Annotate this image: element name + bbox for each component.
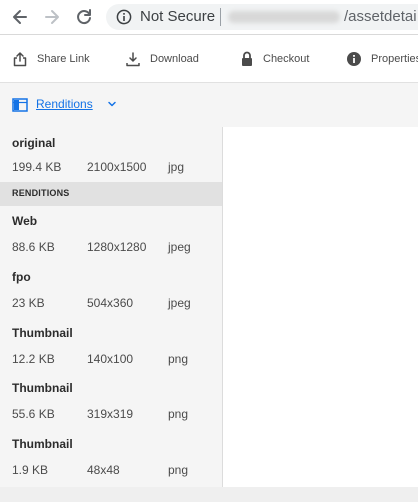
checkout-button[interactable]: Checkout bbox=[240, 35, 309, 82]
item-size: 23 KB bbox=[12, 296, 45, 310]
bottom-strip bbox=[0, 487, 418, 502]
share-link-label: Share Link bbox=[37, 52, 90, 65]
item-format: png bbox=[168, 463, 189, 477]
browser-toolbar: Not Secure /assetdetai bbox=[0, 0, 418, 35]
address-bar[interactable]: Not Secure /assetdetai bbox=[106, 4, 418, 30]
item-dimensions: 1280x1280 bbox=[87, 240, 147, 254]
info-circle-icon bbox=[347, 51, 361, 66]
properties-label: Properties bbox=[371, 52, 418, 65]
download-button[interactable]: Download bbox=[125, 35, 199, 82]
blurred-hostname bbox=[228, 11, 340, 23]
item-size: 55.6 KB bbox=[12, 407, 55, 421]
item-dimensions: 2100x1500 bbox=[87, 160, 147, 174]
item-name: Web bbox=[12, 214, 38, 228]
item-format: jpeg bbox=[168, 240, 191, 254]
forward-arrow-icon[interactable] bbox=[42, 7, 62, 27]
download-label: Download bbox=[150, 52, 199, 65]
item-dimensions: 140x100 bbox=[87, 352, 134, 366]
item-format: jpg bbox=[168, 160, 185, 174]
item-name: Thumbnail bbox=[12, 326, 73, 340]
lock-icon bbox=[242, 51, 252, 66]
item-name: fpo bbox=[12, 270, 31, 284]
preview-panel bbox=[222, 127, 418, 487]
item-format: png bbox=[168, 352, 189, 366]
security-status: Not Secure bbox=[140, 8, 216, 25]
url-path: /assetdetai bbox=[344, 8, 417, 25]
item-name: Thumbnail bbox=[12, 437, 73, 451]
back-arrow-icon[interactable] bbox=[10, 7, 30, 27]
chevron-down-icon[interactable] bbox=[107, 99, 117, 109]
renditions-header: Renditions bbox=[0, 83, 418, 128]
item-dimensions: 319x319 bbox=[87, 407, 134, 421]
item-name: Thumbnail bbox=[12, 381, 73, 395]
item-size: 1.9 KB bbox=[12, 463, 49, 477]
item-dimensions: 48x48 bbox=[87, 463, 120, 477]
item-size: 12.2 KB bbox=[12, 352, 55, 366]
checkout-label: Checkout bbox=[263, 52, 310, 65]
renditions-dropdown[interactable]: Renditions bbox=[36, 97, 93, 111]
item-format: png bbox=[168, 407, 189, 421]
item-dimensions: 504x360 bbox=[87, 296, 134, 310]
address-divider bbox=[220, 8, 221, 26]
item-size: 199.4 KB bbox=[12, 160, 62, 174]
share-icon bbox=[13, 51, 27, 66]
section-title: RENDITIONS bbox=[12, 188, 70, 198]
renditions-section-header: RENDITIONS bbox=[0, 182, 222, 206]
info-icon[interactable] bbox=[116, 9, 132, 25]
item-name: original bbox=[12, 136, 56, 150]
action-toolbar: Share Link Download Checkout Properties bbox=[0, 35, 418, 83]
properties-button[interactable]: Properties bbox=[346, 35, 418, 82]
preview-canvas bbox=[223, 127, 418, 487]
item-size: 88.6 KB bbox=[12, 240, 55, 254]
share-link-button[interactable]: Share Link bbox=[12, 35, 90, 82]
download-icon bbox=[126, 51, 140, 66]
renditions-list-panel: original 199.4 KB 2100x1500 jpg RENDITIO… bbox=[0, 127, 222, 487]
item-format: jpeg bbox=[168, 296, 191, 310]
rail-panel-icon[interactable] bbox=[12, 98, 28, 112]
reload-icon[interactable] bbox=[74, 7, 94, 27]
